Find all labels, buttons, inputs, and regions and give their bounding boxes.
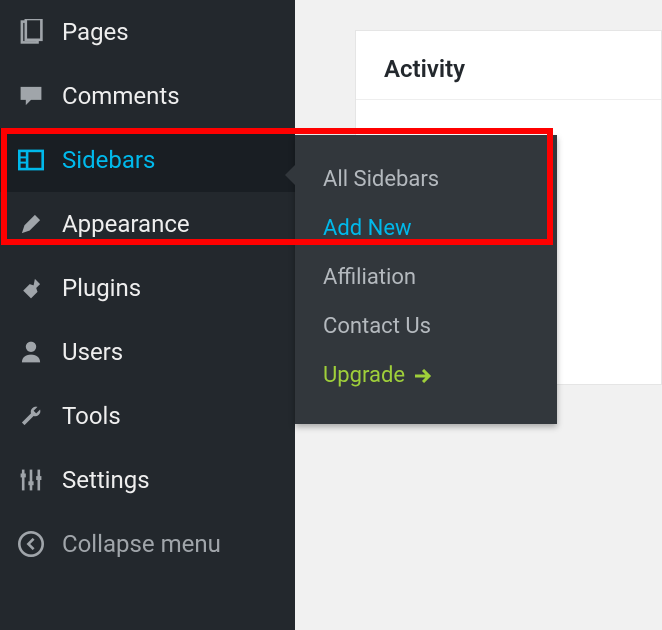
comments-icon: [14, 79, 48, 113]
sidebar-item-users[interactable]: Users: [0, 320, 295, 384]
sidebar-item-appearance[interactable]: Appearance: [0, 192, 295, 256]
sidebar-item-tools[interactable]: Tools: [0, 384, 295, 448]
submenu-item-affiliation[interactable]: Affiliation: [295, 253, 557, 302]
arrow-right-icon: [415, 369, 433, 383]
sidebars-submenu: All Sidebars Add New Affiliation Contact…: [295, 135, 557, 424]
submenu-pointer-icon: [285, 165, 295, 185]
collapse-icon: [14, 527, 48, 561]
collapse-label: Collapse menu: [62, 530, 221, 558]
sidebars-icon: [14, 143, 48, 177]
menu-label: Appearance: [62, 210, 190, 238]
collapse-menu-button[interactable]: Collapse menu: [0, 512, 295, 576]
menu-label: Plugins: [62, 274, 141, 302]
submenu-item-add-new[interactable]: Add New: [295, 204, 557, 253]
submenu-item-all-sidebars[interactable]: All Sidebars: [295, 155, 557, 204]
users-icon: [14, 335, 48, 369]
pages-icon: [14, 15, 48, 49]
submenu-item-contact-us[interactable]: Contact Us: [295, 302, 557, 351]
menu-label: Settings: [62, 466, 150, 494]
upgrade-label: Upgrade: [323, 363, 405, 388]
settings-icon: [14, 463, 48, 497]
sidebar-item-comments[interactable]: Comments: [0, 64, 295, 128]
menu-label: Tools: [62, 402, 121, 430]
menu-label: Pages: [62, 18, 129, 46]
sidebar-item-settings[interactable]: Settings: [0, 448, 295, 512]
sidebar-item-plugins[interactable]: Plugins: [0, 256, 295, 320]
appearance-icon: [14, 207, 48, 241]
sidebar-item-pages[interactable]: Pages: [0, 0, 295, 64]
plugins-icon: [14, 271, 48, 305]
admin-sidebar: Pages Comments Sidebars Appearance Plugi…: [0, 0, 295, 630]
menu-label: Users: [62, 338, 123, 366]
tools-icon: [14, 399, 48, 433]
card-title: Activity: [384, 55, 633, 83]
submenu-item-upgrade[interactable]: Upgrade: [295, 351, 557, 400]
sidebar-item-sidebars[interactable]: Sidebars: [0, 128, 295, 192]
menu-label: Sidebars: [62, 146, 155, 174]
menu-label: Comments: [62, 82, 180, 110]
